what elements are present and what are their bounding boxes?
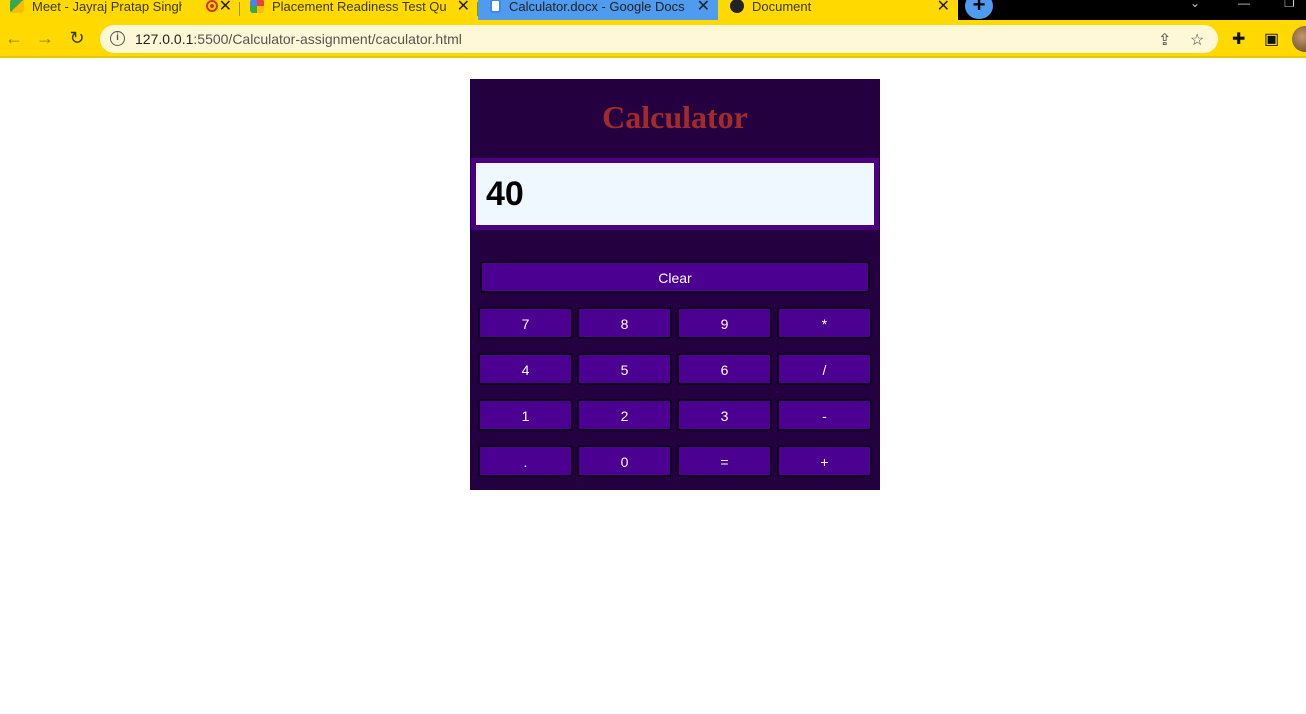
tab-bar: Meet - Jayraj Pratap Singh| P ✕ Placemen… — [0, 0, 1306, 20]
docs-icon — [490, 0, 501, 13]
forward-icon[interactable]: → — [35, 28, 55, 48]
back-icon[interactable]: ← — [4, 28, 24, 48]
url-text: 127.0.0.1:5500/Calculator-assignment/cac… — [135, 31, 462, 47]
close-icon[interactable]: ✕ — [697, 0, 710, 16]
globe-icon — [730, 0, 744, 13]
key-2-button[interactable]: 2 — [577, 399, 672, 431]
side-panel-icon[interactable]: ▣ — [1264, 29, 1279, 49]
key-multiply-button[interactable]: * — [777, 307, 872, 339]
key-add-button[interactable]: + — [777, 445, 872, 477]
key-4-button[interactable]: 4 — [478, 353, 573, 385]
tab-document[interactable]: Document ✕ — [718, 0, 958, 20]
recording-icon — [206, 0, 218, 12]
url-host: 127.0.0.1 — [135, 31, 194, 47]
close-icon[interactable]: ✕ — [937, 0, 950, 16]
colorful-logo-icon — [250, 0, 264, 13]
tab-docs[interactable]: Calculator.docx - Google Docs ✕ — [478, 0, 718, 20]
close-icon[interactable]: ✕ — [457, 0, 470, 16]
avatar[interactable] — [1292, 26, 1306, 52]
tab-label: Document — [752, 0, 812, 14]
tab-separator — [239, 2, 240, 16]
key-subtract-button[interactable]: - — [777, 399, 872, 431]
calculator-title: Calculator — [602, 99, 748, 135]
share-icon[interactable]: ⇪ — [1158, 30, 1171, 50]
browser-toolbar: ← → ↻ i 127.0.0.1:5500/Calculator-assign… — [0, 20, 1306, 58]
display-input[interactable]: 40 — [471, 158, 879, 230]
tab-label: Placement Readiness Test Questi — [272, 0, 446, 14]
calculator: Calculator 40 Clear 7 8 9 * 4 5 6/ 1 2 3-. 0 = + — [470, 79, 880, 490]
star-icon[interactable]: ☆ — [1190, 30, 1204, 50]
chevron-down-icon[interactable]: ⌄ — [1190, 0, 1200, 10]
restore-icon[interactable]: ❐ — [1284, 0, 1295, 10]
key-equals-button[interactable]: = — [677, 445, 772, 477]
minimize-icon[interactable]: — — [1238, 0, 1250, 10]
key-0-button[interactable]: 0 — [577, 445, 672, 477]
key-8-button[interactable]: 8 — [577, 307, 672, 339]
tab-meet[interactable]: Meet - Jayraj Pratap Singh| P ✕ — [10, 0, 240, 20]
key-7-button[interactable]: 7 — [478, 307, 573, 339]
url-path: :5500/Calculator-assignment/caculator.ht… — [193, 31, 462, 47]
address-bar[interactable]: i 127.0.0.1:5500/Calculator-assignment/c… — [100, 25, 1218, 53]
meet-icon — [10, 0, 24, 13]
key-decimal-button[interactable]: . — [478, 445, 573, 477]
key-6-button[interactable]: 6 — [677, 353, 772, 385]
info-icon[interactable]: i — [110, 31, 125, 46]
key-divide-button[interactable]: / — [777, 353, 872, 385]
clear-button[interactable]: Clear — [480, 261, 870, 293]
tab-label: Meet - Jayraj Pratap Singh| P — [32, 0, 182, 14]
close-icon[interactable]: ✕ — [219, 0, 232, 16]
key-9-button[interactable]: 9 — [677, 307, 772, 339]
tab-strip-empty — [958, 0, 1306, 20]
key-1-button[interactable]: 1 — [478, 399, 573, 431]
key-5-button[interactable]: 5 — [577, 353, 672, 385]
tab-placement[interactable]: Placement Readiness Test Questi ✕ — [250, 0, 478, 20]
key-3-button[interactable]: 3 — [677, 399, 772, 431]
extensions-icon[interactable]: ✚ — [1232, 29, 1245, 49]
reload-icon[interactable]: ↻ — [67, 28, 87, 48]
tab-label: Calculator.docx - Google Docs — [509, 0, 685, 14]
